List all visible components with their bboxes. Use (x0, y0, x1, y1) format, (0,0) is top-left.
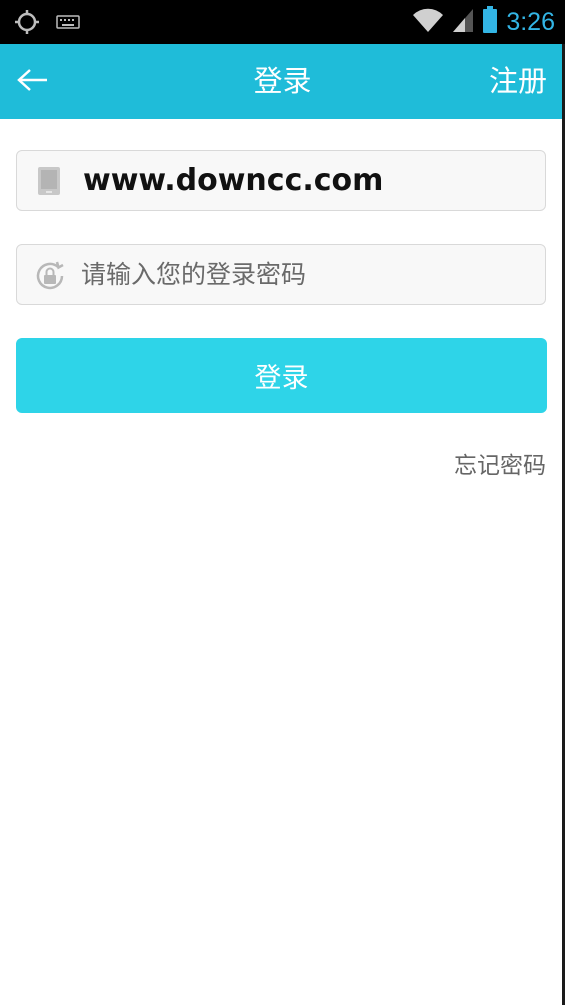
login-button[interactable]: 登录 (16, 338, 547, 413)
forgot-password-link[interactable]: 忘记密码 (454, 446, 546, 480)
register-button[interactable]: 注册 (489, 44, 547, 119)
wifi-icon (412, 7, 444, 37)
phone-icon (33, 165, 65, 197)
password-field[interactable] (16, 244, 546, 305)
page-title: 登录 (253, 64, 312, 98)
battery-icon (482, 6, 498, 38)
status-bar: 3:26 (0, 0, 565, 44)
gps-icon (14, 9, 40, 39)
keyboard-icon (56, 14, 80, 34)
back-button[interactable] (12, 62, 54, 102)
lock-icon (33, 259, 65, 291)
status-time: 3:26 (506, 8, 555, 36)
password-input[interactable] (81, 245, 531, 304)
phone-field[interactable] (16, 150, 546, 211)
back-arrow-icon (17, 68, 49, 96)
signal-icon (452, 7, 474, 37)
phone-input[interactable] (83, 151, 533, 210)
app-bar: 登录 注册 (0, 44, 565, 119)
